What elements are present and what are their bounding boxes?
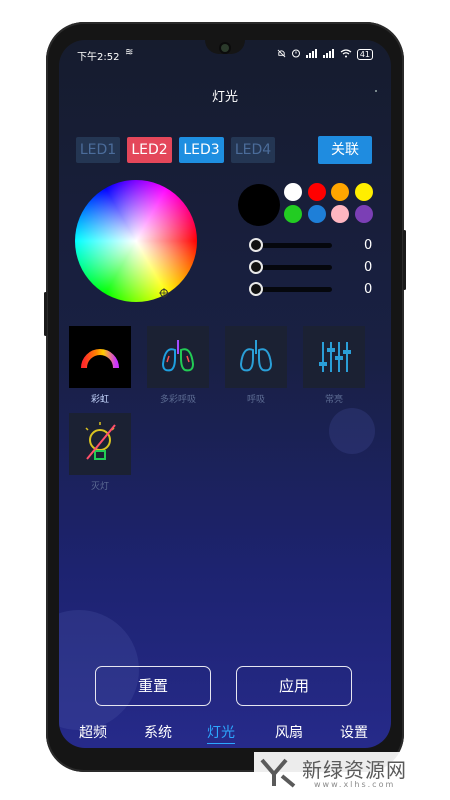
slider-thumb-1[interactable] — [249, 238, 263, 252]
watermark-text: 新绿资源网 — [302, 758, 407, 782]
mode-breathing-label: 呼吸 — [246, 395, 265, 405]
status-time: 下午2:52 — [77, 52, 120, 63]
volume-button — [44, 292, 47, 336]
mode-rainbow-label: 彩虹 — [90, 395, 109, 405]
swatch-purple[interactable] — [355, 205, 373, 223]
colorful-lungs-icon — [161, 340, 195, 372]
led-tab-1[interactable]: LED1 — [76, 137, 120, 163]
equalizer-icon — [319, 342, 351, 372]
led-tab-4[interactable]: LED4 — [231, 137, 275, 163]
slider-track-3[interactable] — [254, 287, 332, 292]
slider-value-3: 0 — [364, 282, 373, 297]
mode-colorful-breathing[interactable] — [147, 326, 209, 388]
slider-value-2: 0 — [364, 260, 373, 275]
status-icons: 41 — [277, 48, 373, 61]
led-tab-2[interactable]: LED2 — [127, 137, 172, 163]
nav-tab-lighting[interactable]: 灯光 — [207, 722, 235, 744]
color-wheel[interactable] — [75, 180, 197, 302]
mode-breathing[interactable] — [225, 326, 287, 388]
watermark: 新绿资源网 www.xlhs.com — [254, 752, 432, 792]
bulb-off-icon — [85, 422, 116, 460]
mute-icon — [277, 49, 286, 61]
wifi-small-icon: ≋ — [125, 47, 134, 58]
mode-colorful-breathing-label: 多彩呼吸 — [159, 395, 196, 405]
led-tab-3[interactable]: LED3 — [179, 137, 224, 163]
nav-tab-overclock[interactable]: 超频 — [79, 722, 107, 742]
watermark-url: www.xlhs.com — [314, 780, 396, 789]
mode-rainbow[interactable] — [69, 326, 131, 388]
nav-tab-system[interactable]: 系统 — [144, 722, 172, 742]
page-title: 灯光 — [211, 90, 238, 105]
slider-value-1: 0 — [364, 238, 373, 253]
menu-dot-icon[interactable] — [375, 90, 377, 92]
signal-icon — [305, 48, 318, 61]
wifi-icon — [340, 48, 352, 61]
color-preview — [238, 184, 280, 226]
wheel-cursor-icon[interactable] — [159, 288, 169, 298]
swatch-red[interactable] — [308, 183, 326, 201]
swatch-blue[interactable] — [308, 205, 326, 223]
power-button — [403, 230, 406, 290]
mode-lights-off-label: 灭灯 — [90, 482, 109, 492]
mode-steady-label: 常亮 — [324, 395, 343, 405]
lungs-icon — [239, 340, 273, 372]
battery-indicator: 41 — [356, 49, 373, 60]
slider-thumb-2[interactable] — [249, 260, 263, 274]
swatch-white[interactable] — [284, 183, 302, 201]
nav-tab-settings[interactable]: 设置 — [340, 722, 368, 742]
signal-icon-2 — [322, 48, 335, 61]
app-screen: 下午2:52 ≋ 41 灯光 LED1 LED2 LED3 LED4 关联 0 … — [59, 40, 391, 748]
swatch-green[interactable] — [284, 205, 302, 223]
slider-track-2[interactable] — [254, 265, 332, 270]
reset-button[interactable]: 重置 — [95, 666, 211, 706]
apply-button[interactable]: 应用 — [236, 666, 352, 706]
mode-steady[interactable] — [303, 326, 365, 388]
slider-thumb-3[interactable] — [249, 282, 263, 296]
swatch-orange[interactable] — [331, 183, 349, 201]
status-bar: 下午2:52 ≋ 41 — [59, 46, 391, 63]
watermark-logo-icon — [260, 758, 296, 788]
nav-tab-fan[interactable]: 风扇 — [275, 722, 303, 742]
slider-track-1[interactable] — [254, 243, 332, 248]
link-button[interactable]: 关联 — [318, 136, 372, 164]
alarm-icon — [291, 48, 301, 61]
swatch-yellow[interactable] — [355, 183, 373, 201]
mode-lights-off[interactable] — [69, 413, 131, 475]
rainbow-icon — [81, 349, 119, 369]
decorative-circle — [329, 408, 375, 454]
swatch-pink[interactable] — [331, 205, 349, 223]
